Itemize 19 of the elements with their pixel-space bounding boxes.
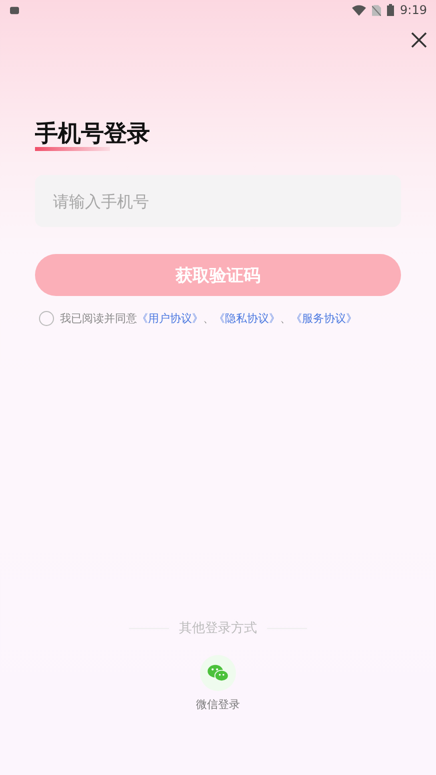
separator-text: 、 <box>203 311 214 326</box>
agreement-link[interactable]: 《用户协议》 <box>137 311 203 326</box>
separator-text: 、 <box>280 311 291 326</box>
phone-input-field[interactable]: 请输入手机号 <box>35 175 401 227</box>
page-title: 手机号登录 <box>35 122 150 147</box>
no-sim-icon <box>372 4 382 16</box>
agreement-text: 我已阅读并同意 <box>60 311 137 326</box>
battery-icon <box>387 4 394 16</box>
close-icon[interactable] <box>411 32 427 48</box>
notification-icon <box>10 6 19 14</box>
wifi-icon <box>352 4 366 16</box>
wechat-icon <box>207 664 229 682</box>
other-login-heading: 其他登录方式 <box>179 620 257 637</box>
wechat-login-label: 微信登录 <box>196 697 240 712</box>
agreement-link[interactable]: 《隐私协议》 <box>214 311 280 326</box>
agreement-link[interactable]: 《服务协议》 <box>291 311 357 326</box>
agree-checkbox[interactable] <box>39 311 54 326</box>
wechat-login-button[interactable] <box>200 655 236 691</box>
status-time: 9:19 <box>400 3 427 17</box>
